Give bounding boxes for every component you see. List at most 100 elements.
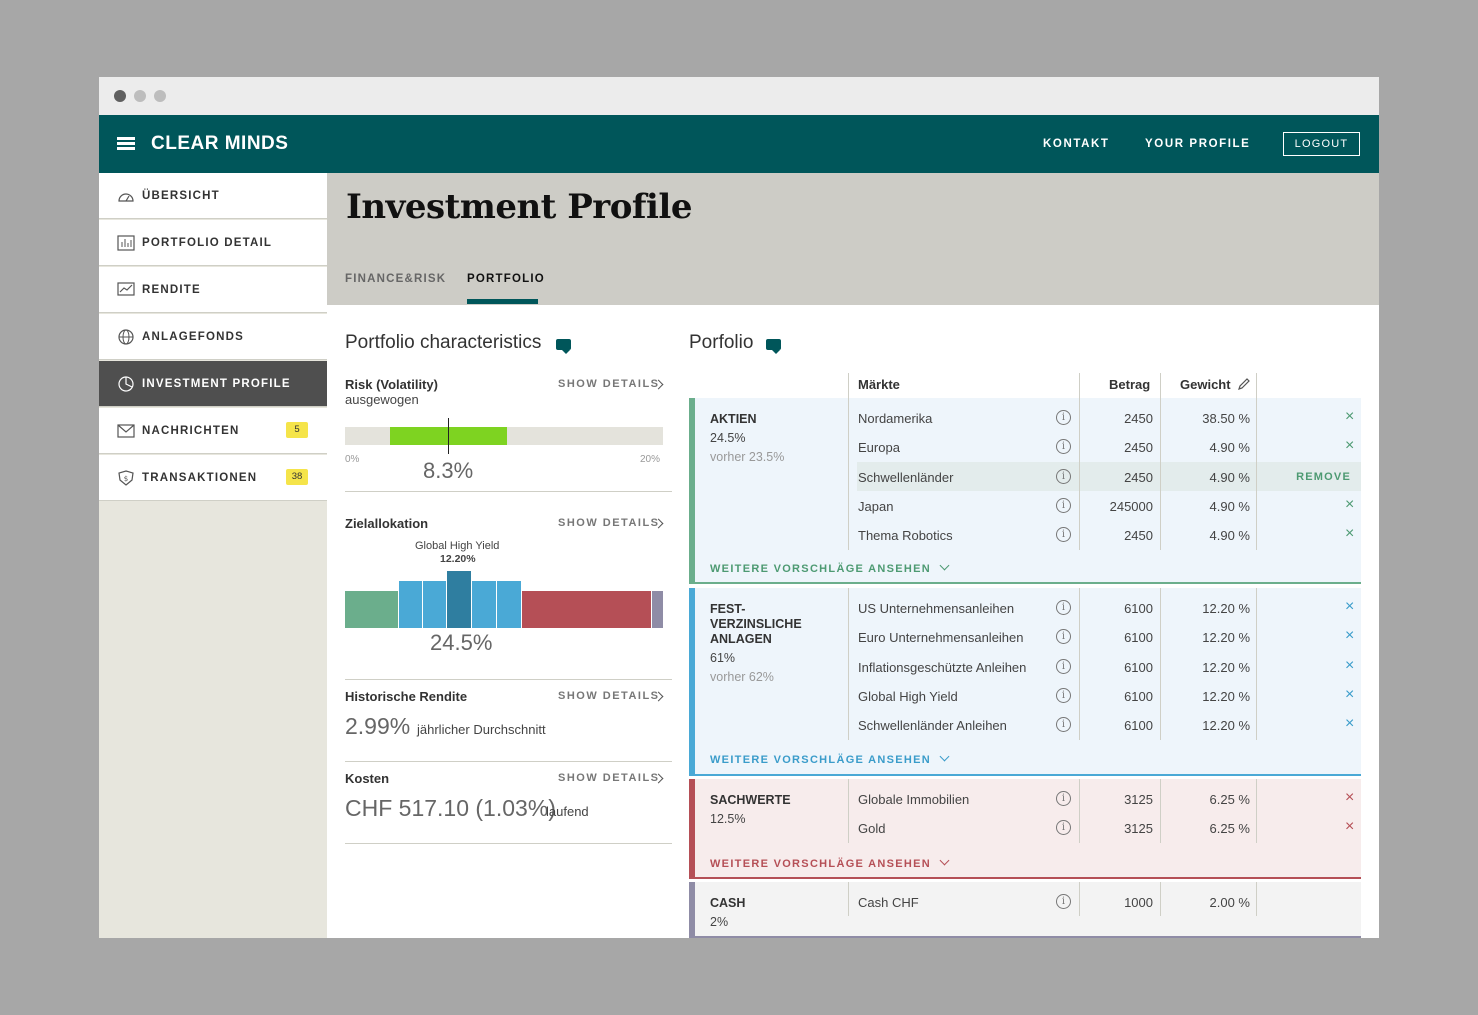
weight: 12.20 % bbox=[1202, 659, 1250, 675]
info-icon[interactable]: i bbox=[1056, 820, 1071, 836]
alloc-segment-aktien[interactable] bbox=[345, 591, 398, 628]
table-row[interactable]: Schwellenländer i 2450 4.90 % REMOVE bbox=[857, 461, 1361, 491]
ziel-show-details[interactable]: SHOW DETAILS bbox=[558, 517, 660, 529]
table-row[interactable]: Cash CHF i 1000 2.00 % bbox=[857, 887, 1361, 916]
sidebar-item-transaktionen[interactable]: $ TRANSAKTIONEN 38 bbox=[99, 455, 327, 501]
amount: 3125 bbox=[1124, 792, 1153, 807]
characteristics-title: Portfolio characteristics bbox=[345, 332, 542, 353]
alloc-segment-bond-5[interactable] bbox=[497, 581, 521, 628]
amount: 1000 bbox=[1124, 895, 1153, 910]
table-row[interactable]: US Unternehmensanleihen i 6100 12.20 % × bbox=[857, 593, 1361, 622]
sidebar-item-investment-profile[interactable]: INVESTMENT PROFILE bbox=[99, 361, 327, 407]
info-icon[interactable]: i bbox=[1056, 527, 1071, 543]
window-close-dot[interactable] bbox=[114, 90, 126, 102]
edit-pencil-icon[interactable] bbox=[1237, 377, 1251, 391]
info-icon[interactable]: i bbox=[1056, 894, 1071, 909]
info-icon[interactable]: i bbox=[1056, 468, 1071, 484]
comment-icon[interactable] bbox=[556, 339, 571, 354]
sidebar-item-rendite[interactable]: RENDITE bbox=[99, 267, 327, 313]
weight: 12.20 % bbox=[1202, 630, 1250, 646]
rendite-show-details[interactable]: SHOW DETAILS bbox=[558, 690, 660, 702]
kosten-show-details[interactable]: SHOW DETAILS bbox=[558, 772, 660, 784]
info-icon[interactable]: i bbox=[1056, 600, 1071, 615]
column-separator bbox=[1256, 588, 1257, 740]
column-separator bbox=[1079, 779, 1080, 843]
info-icon[interactable]: i bbox=[1056, 629, 1071, 645]
column-separator bbox=[1160, 779, 1161, 843]
risk-show-details[interactable]: SHOW DETAILS bbox=[558, 378, 660, 390]
column-betrag: Betrag bbox=[1109, 377, 1151, 392]
divider bbox=[345, 491, 672, 492]
info-icon[interactable]: i bbox=[1056, 439, 1071, 455]
info-icon[interactable]: i bbox=[1056, 497, 1071, 513]
table-row[interactable]: Japan i 245000 4.90 % × bbox=[857, 491, 1361, 520]
close-icon[interactable]: × bbox=[1345, 657, 1354, 675]
close-icon[interactable]: × bbox=[1345, 598, 1354, 616]
close-icon[interactable]: × bbox=[1345, 818, 1354, 836]
close-icon[interactable]: × bbox=[1345, 715, 1354, 733]
close-icon[interactable]: × bbox=[1345, 627, 1354, 645]
group-previous: vorher 62% bbox=[710, 670, 774, 684]
menu-icon[interactable] bbox=[117, 137, 135, 150]
alloc-segment-high-yield[interactable] bbox=[447, 571, 471, 628]
risk-min: 0% bbox=[345, 454, 360, 465]
info-icon[interactable]: i bbox=[1056, 658, 1071, 674]
column-separator bbox=[1079, 588, 1080, 740]
tab-portfolio[interactable]: PORTFOLIO bbox=[467, 273, 545, 285]
tab-finance-risk[interactable]: FINANCE&RISK bbox=[345, 273, 446, 285]
column-separator bbox=[1160, 373, 1161, 399]
portfolio-group: SACHWERTE 12.5% Globale Immobilien i 3125… bbox=[689, 779, 1361, 879]
alloc-segment-sachwerte[interactable] bbox=[522, 591, 651, 628]
close-icon[interactable]: × bbox=[1345, 789, 1354, 807]
amount: 2450 bbox=[1124, 411, 1153, 426]
info-icon[interactable]: i bbox=[1056, 717, 1071, 733]
column-separator bbox=[1256, 373, 1257, 399]
alloc-segment-bond-4[interactable] bbox=[472, 581, 496, 628]
more-suggestions-link[interactable]: WEITERE VORSCHLÄGE ANSEHEN bbox=[710, 560, 950, 575]
logout-button[interactable]: LOGOUT bbox=[1283, 132, 1360, 156]
table-row[interactable]: Euro Unternehmensanleihen i 6100 12.20 %… bbox=[857, 622, 1361, 651]
portfolio-group: CASH 2% Cash CHF i 1000 2.00 % bbox=[689, 882, 1361, 938]
remove-button[interactable]: REMOVE bbox=[1296, 471, 1351, 483]
close-icon[interactable]: × bbox=[1345, 686, 1354, 704]
more-suggestions-link[interactable]: WEITERE VORSCHLÄGE ANSEHEN bbox=[710, 855, 950, 870]
close-icon[interactable]: × bbox=[1345, 408, 1354, 426]
nav-your-profile[interactable]: YOUR PROFILE bbox=[1145, 138, 1250, 150]
svg-text:$: $ bbox=[124, 475, 128, 483]
sidebar-item-anlagefonds[interactable]: ANLAGEFONDS bbox=[99, 314, 327, 360]
window-minimize-dot[interactable] bbox=[134, 90, 146, 102]
sidebar-item-uebersicht[interactable]: ÜBERSICHT bbox=[99, 173, 327, 219]
table-row[interactable]: Inflationsgeschützte Anleihen i 6100 12.… bbox=[857, 652, 1361, 681]
market-name: Global High Yield bbox=[858, 688, 958, 704]
nav-kontakt[interactable]: KONTAKT bbox=[1043, 138, 1110, 150]
weight: 12.20 % bbox=[1202, 688, 1250, 704]
sidebar-item-nachrichten[interactable]: NACHRICHTEN 5 bbox=[99, 408, 327, 454]
close-icon[interactable]: × bbox=[1345, 525, 1354, 543]
table-row[interactable]: Gold i 3125 6.25 % × bbox=[857, 813, 1361, 842]
group-color-bar bbox=[689, 398, 695, 584]
info-icon[interactable]: i bbox=[1056, 687, 1071, 703]
table-row[interactable]: Thema Robotics i 2450 4.90 % × bbox=[857, 520, 1361, 549]
brand-logo[interactable]: CLEAR MINDS bbox=[151, 133, 288, 155]
table-row[interactable]: Schwellenländer Anleihen i 6100 12.20 % … bbox=[857, 710, 1361, 739]
market-name: US Unternehmensanleihen bbox=[858, 601, 1015, 616]
table-row[interactable]: Nordamerika i 2450 38.50 % × bbox=[857, 403, 1361, 432]
info-icon[interactable]: i bbox=[1056, 791, 1071, 806]
table-row[interactable]: Global High Yield i 6100 12.20 % × bbox=[857, 681, 1361, 710]
alloc-segment-bond-1[interactable] bbox=[399, 581, 422, 628]
alloc-segment-cash[interactable] bbox=[652, 591, 663, 628]
market-name: Nordamerika bbox=[858, 411, 933, 426]
table-row[interactable]: Globale Immobilien i 3125 6.25 % × bbox=[857, 784, 1361, 813]
info-icon[interactable]: i bbox=[1056, 410, 1071, 425]
alloc-segment-bond-2[interactable] bbox=[423, 581, 446, 628]
more-suggestions-link[interactable]: WEITERE VORSCHLÄGE ANSEHEN bbox=[710, 751, 950, 766]
group-previous: vorher 23.5% bbox=[710, 450, 785, 464]
amount: 2450 bbox=[1124, 469, 1153, 485]
window-maximize-dot[interactable] bbox=[154, 90, 166, 102]
comment-icon[interactable] bbox=[766, 339, 781, 354]
market-name: Gold bbox=[858, 821, 886, 837]
table-row[interactable]: Europa i 2450 4.90 % × bbox=[857, 432, 1361, 461]
sidebar-item-portfolio-detail[interactable]: PORTFOLIO DETAIL bbox=[99, 220, 327, 266]
close-icon[interactable]: × bbox=[1345, 437, 1354, 455]
close-icon[interactable]: × bbox=[1345, 496, 1354, 514]
